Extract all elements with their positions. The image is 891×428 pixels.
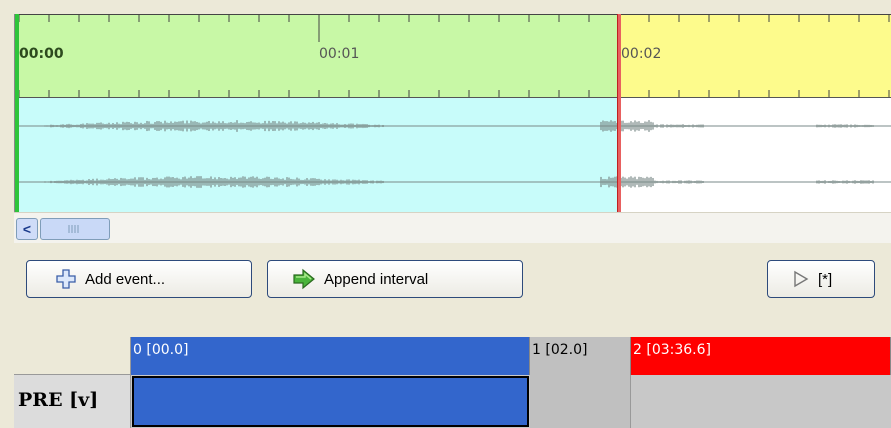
- tier-label[interactable]: PRE [v]: [14, 375, 131, 428]
- append-interval-label: Append interval: [324, 270, 429, 288]
- tier-table: 0 [00.0] 1 [02.0] 2 [03:36.6] PRE [v]: [14, 337, 891, 428]
- append-interval-button[interactable]: Append interval: [267, 260, 523, 298]
- add-event-label: Add event...: [85, 270, 166, 288]
- time-label-1s: 00:01: [319, 46, 360, 62]
- play-icon: [794, 270, 809, 288]
- tier-cell[interactable]: [530, 375, 631, 428]
- segment-header-1[interactable]: 1 [02.0]: [530, 337, 631, 375]
- play-button[interactable]: [*]: [767, 260, 875, 298]
- scrollbar-thumb[interactable]: [40, 218, 110, 240]
- plus-icon: [56, 269, 76, 289]
- tier-cell[interactable]: [631, 375, 891, 428]
- segment-header-2[interactable]: 2 [03:36.6]: [631, 337, 891, 375]
- horizontal-scrollbar[interactable]: <: [14, 212, 891, 243]
- tier-cell-selected[interactable]: [132, 376, 529, 427]
- tier-table-corner: [14, 337, 131, 375]
- time-label-start: 00:00: [19, 46, 64, 62]
- arrow-right-icon: [293, 268, 315, 290]
- chevron-left-icon[interactable]: <: [16, 218, 38, 240]
- segment-header-0[interactable]: 0 [00.0]: [131, 337, 530, 375]
- grip-icon: [68, 225, 79, 233]
- ruler-ticks-and-waveform: [15, 14, 891, 188]
- add-event-button[interactable]: Add event...: [26, 260, 252, 298]
- start-marker[interactable]: [15, 14, 19, 212]
- play-label: [*]: [818, 270, 833, 288]
- timeline-view[interactable]: 00:00 00:01 00:02: [14, 14, 891, 212]
- time-label-2s: 00:02: [621, 46, 662, 62]
- playhead-cursor[interactable]: [617, 14, 621, 212]
